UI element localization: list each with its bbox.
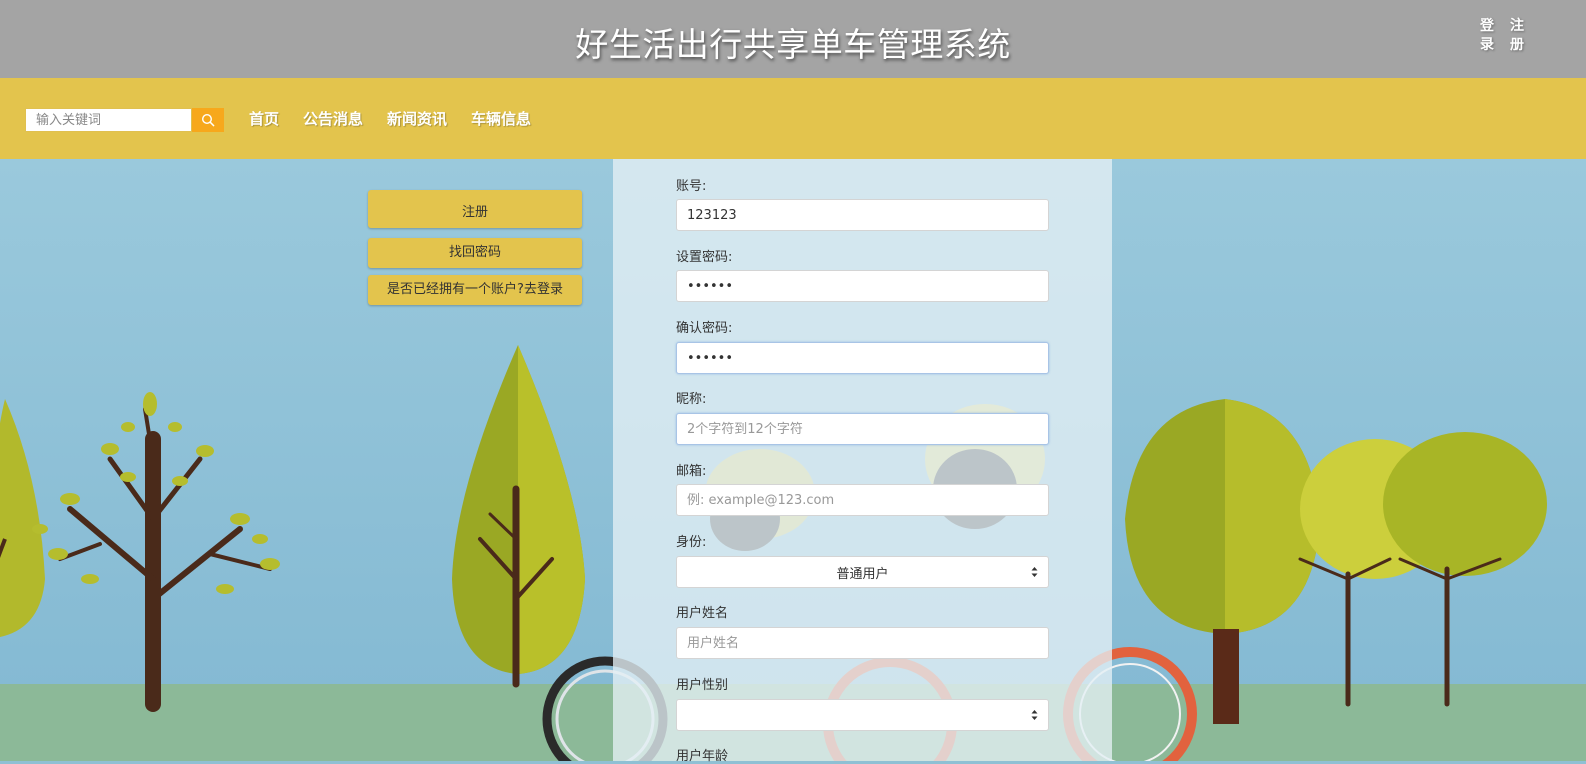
identity-select[interactable]: 普通用户: [676, 556, 1049, 588]
nav-link-home[interactable]: 首页: [249, 108, 279, 129]
confirm-password-label: 确认密码:: [676, 321, 733, 336]
user-age-label: 用户年龄: [676, 749, 729, 764]
login-link[interactable]: 登录: [1480, 17, 1498, 55]
select-arrows-icon: [1031, 710, 1038, 720]
account-label: 账号:: [676, 179, 707, 194]
site-title: 好生活出行共享单车管理系统: [575, 25, 1011, 64]
register-link[interactable]: 注册: [1510, 17, 1528, 55]
email-input[interactable]: [676, 484, 1049, 516]
nickname-input[interactable]: [676, 413, 1049, 445]
password-label: 设置密码:: [676, 250, 733, 265]
register-button[interactable]: 注册: [368, 190, 582, 228]
account-input[interactable]: [676, 199, 1049, 231]
forgot-password-button[interactable]: 找回密码: [368, 238, 582, 268]
confirm-password-input[interactable]: [676, 342, 1049, 374]
nav-link-announcements[interactable]: 公告消息: [303, 108, 363, 129]
user-gender-label: 用户性别: [676, 678, 729, 693]
auth-links: 登录 注册: [1480, 17, 1528, 55]
select-arrows-icon: [1031, 567, 1038, 577]
nav-links: 首页 公告消息 新闻资讯 车辆信息: [249, 108, 531, 129]
nav-link-vehicles[interactable]: 车辆信息: [471, 108, 531, 129]
user-gender-select[interactable]: [676, 699, 1049, 731]
identity-selected-value: 普通用户: [836, 566, 889, 582]
password-input[interactable]: [676, 270, 1049, 302]
user-name-label: 用户姓名: [676, 606, 729, 621]
nav-link-news[interactable]: 新闻资讯: [387, 108, 447, 129]
go-login-button[interactable]: 是否已经拥有一个账户?去登录: [368, 275, 582, 305]
nav-bar: 首页 公告消息 新闻资讯 车辆信息: [0, 78, 1586, 160]
search-button[interactable]: [192, 108, 224, 132]
nickname-label: 昵称:: [676, 392, 707, 407]
identity-label: 身份:: [676, 535, 707, 550]
search-input[interactable]: [25, 108, 192, 132]
user-name-input[interactable]: [676, 627, 1049, 659]
search-icon: [201, 113, 215, 127]
top-header: 好生活出行共享单车管理系统 登录 注册: [0, 0, 1586, 78]
email-label: 邮箱:: [676, 464, 707, 479]
